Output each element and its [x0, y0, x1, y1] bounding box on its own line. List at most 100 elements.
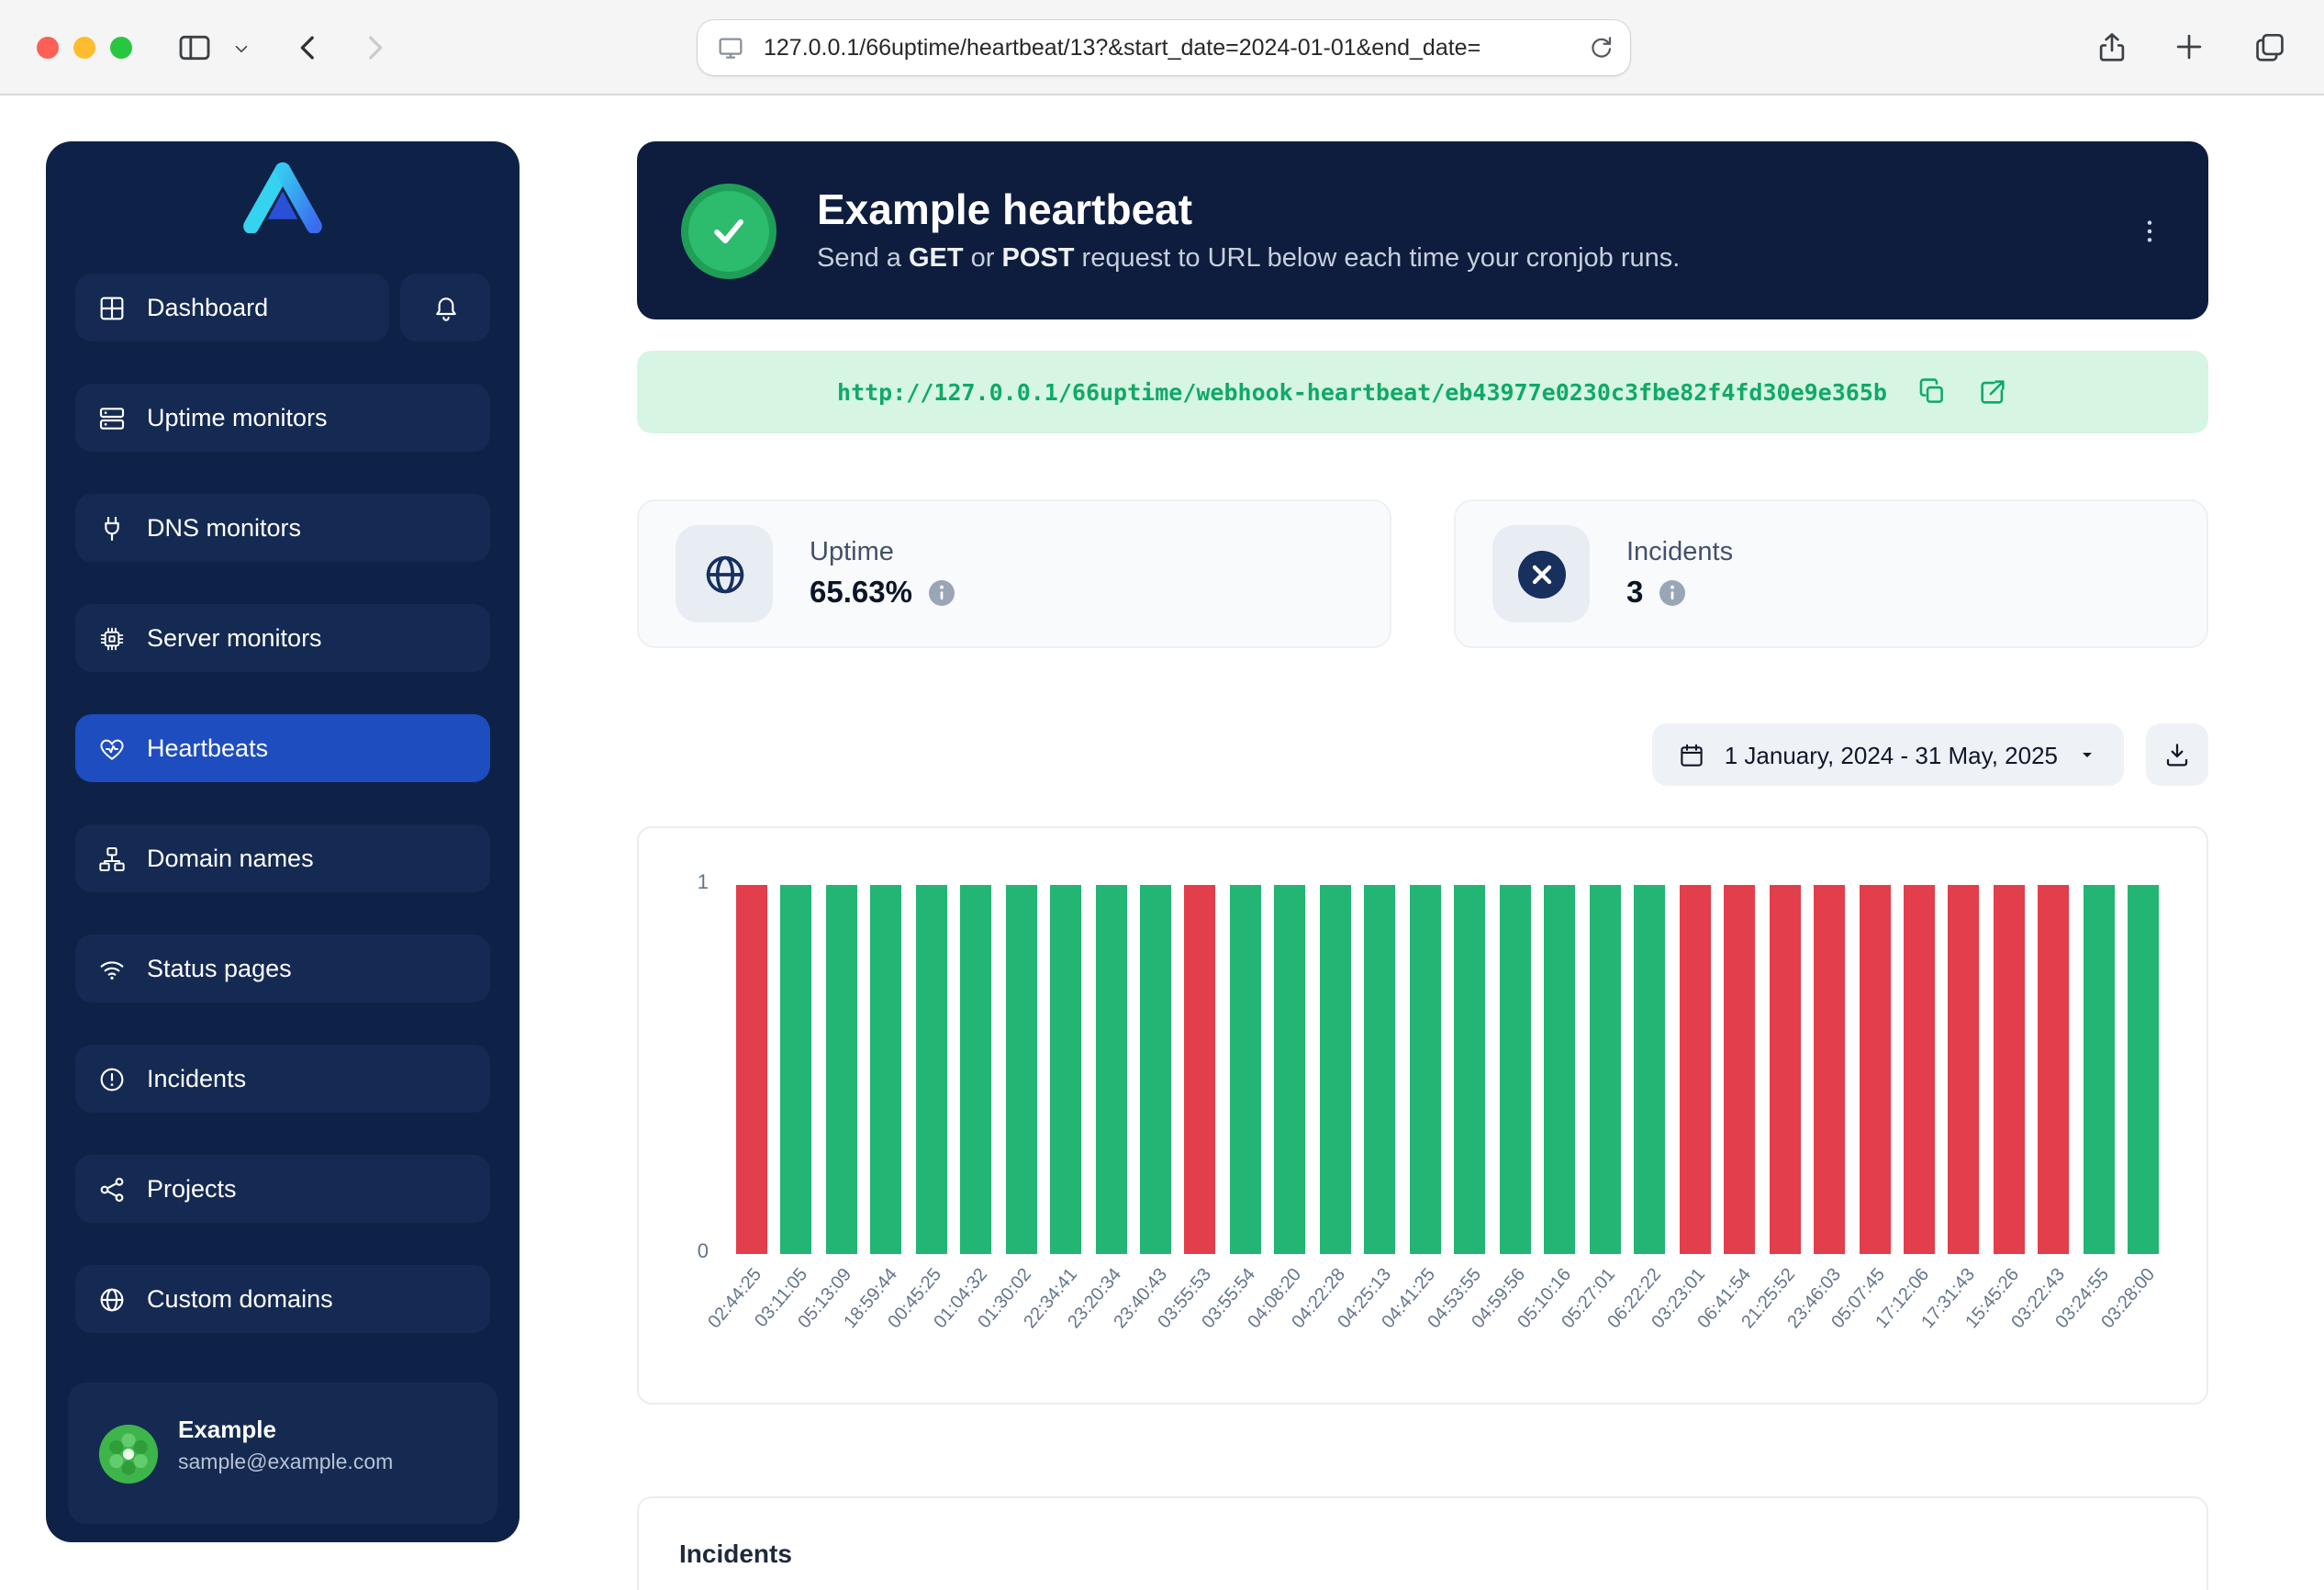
sidebar-item-domain-names[interactable]: Domain names: [75, 824, 490, 892]
plus-icon[interactable]: [2172, 29, 2207, 64]
incidents-label: Incidents: [1626, 537, 1733, 566]
chart-bar[interactable]: [1050, 885, 1081, 1254]
webhook-url-bar: http://127.0.0.1/66uptime/webhook-heartb…: [637, 351, 2208, 433]
zoom-window-button[interactable]: [110, 37, 132, 59]
sidebar-item-dns-monitors[interactable]: DNS monitors: [75, 494, 490, 562]
avatar: [97, 1423, 160, 1485]
sidebar-nav: Dashboard Uptime monitors DNS monit: [75, 274, 490, 1375]
copy-icon[interactable]: [1916, 376, 1948, 408]
sidebar-item-projects[interactable]: Projects: [75, 1155, 490, 1223]
chart-bar[interactable]: [1320, 885, 1351, 1254]
close-window-button[interactable]: [37, 37, 59, 59]
sidebar-item-label: Custom domains: [147, 1285, 333, 1313]
page-subtitle: Send a GET or POST request to URL below …: [817, 243, 1680, 273]
uptime-stat-text: Uptime 65.63%: [810, 537, 955, 610]
date-range-button[interactable]: 1 January, 2024 - 31 May, 2025: [1653, 723, 2124, 786]
info-icon[interactable]: [1659, 580, 1685, 606]
custom-domains-icon: [97, 1284, 127, 1314]
chart-bar[interactable]: [1140, 885, 1171, 1254]
incidents-section-title: Incidents: [679, 1539, 2166, 1568]
chart-bar[interactable]: [1365, 885, 1396, 1254]
back-icon[interactable]: [290, 29, 327, 66]
date-range-label: 1 January, 2024 - 31 May, 2025: [1725, 741, 2058, 768]
uptime-stat-card: Uptime 65.63%: [637, 499, 1391, 648]
chart-bar[interactable]: [1634, 885, 1665, 1254]
url-text: 127.0.0.1/66uptime/heartbeat/13?&start_d…: [764, 20, 1575, 75]
chart-bar[interactable]: [1275, 885, 1306, 1254]
ytick-bottom: 0: [654, 1241, 709, 1263]
address-bar[interactable]: 127.0.0.1/66uptime/heartbeat/13?&start_d…: [698, 20, 1630, 75]
chart-bar[interactable]: [2039, 885, 2070, 1254]
sidebar-item-label: Status pages: [147, 955, 292, 982]
dashboard-icon: [97, 293, 127, 322]
share-icon[interactable]: [2095, 29, 2129, 64]
globe-icon: [676, 525, 773, 622]
page-title: Example heartbeat: [817, 188, 1680, 230]
sidebar-item-label: Uptime monitors: [147, 404, 328, 431]
sidebar-item-server-monitors[interactable]: Server monitors: [75, 604, 490, 672]
domain-names-icon: [97, 844, 127, 873]
sidebar-item-status-pages[interactable]: Status pages: [75, 935, 490, 1002]
sidebar-item-uptime-monitors[interactable]: Uptime monitors: [75, 384, 490, 452]
heartbeats-icon: [97, 733, 127, 763]
app-logo[interactable]: [240, 160, 325, 233]
sidebar-item-label: Heartbeats: [147, 734, 268, 762]
chart-bar[interactable]: [1589, 885, 1620, 1254]
notifications-button[interactable]: [400, 274, 490, 342]
chart-bar[interactable]: [2128, 885, 2160, 1254]
external-link-icon[interactable]: [1977, 376, 2008, 408]
uptime-label: Uptime: [810, 537, 955, 566]
chart-x-labels: 02:44:2503:11:0505:13:0918:59:4400:45:25…: [729, 1254, 2166, 1397]
sidebar-item-label: Domain names: [147, 845, 314, 872]
sidebar-toggle-icon[interactable]: [176, 29, 213, 66]
sidebar-item-label: Incidents: [147, 1065, 246, 1092]
reload-icon[interactable]: [1586, 33, 1615, 62]
chart-bar[interactable]: [960, 885, 991, 1254]
chart-bar[interactable]: [1949, 885, 1980, 1254]
info-icon[interactable]: [929, 580, 955, 606]
chevron-down-icon[interactable]: [231, 39, 251, 59]
download-button[interactable]: [2146, 723, 2208, 786]
tabs-icon[interactable]: [2252, 29, 2287, 64]
incidents-section: Incidents: [637, 1496, 2208, 1590]
chart-bar[interactable]: [1499, 885, 1530, 1254]
chart-bar[interactable]: [1410, 885, 1441, 1254]
status-pages-icon: [97, 954, 127, 983]
sidebar-item-incidents[interactable]: Incidents: [75, 1045, 490, 1113]
caret-down-icon: [2076, 744, 2098, 766]
kebab-menu-icon[interactable]: [2128, 208, 2172, 252]
chart-bar[interactable]: [1724, 885, 1755, 1254]
chart-bar[interactable]: [1095, 885, 1126, 1254]
chart-bar[interactable]: [870, 885, 901, 1254]
chart-bar[interactable]: [2084, 885, 2115, 1254]
app-page: Dashboard Uptime monitors DNS monit: [0, 95, 2324, 1590]
user-email: sample@example.com: [178, 1452, 393, 1474]
chart-bar[interactable]: [1904, 885, 1935, 1254]
incidents-stat-text: Incidents 3: [1626, 537, 1733, 610]
chart-bar[interactable]: [1185, 885, 1216, 1254]
chart-card: 1 0 02:44:2503:11:0505:13:0918:59:4400:4…: [637, 826, 2208, 1405]
sidebar-item-heartbeats[interactable]: Heartbeats: [75, 714, 490, 782]
chart-bar[interactable]: [780, 885, 811, 1254]
incidents-icon: [97, 1064, 127, 1093]
chart-bar[interactable]: [1544, 885, 1575, 1254]
sidebar-item-dashboard[interactable]: Dashboard: [75, 274, 389, 342]
chart-bar[interactable]: [735, 885, 766, 1254]
chart-bar[interactable]: [825, 885, 856, 1254]
chart-bar[interactable]: [1769, 885, 1800, 1254]
chart-bar[interactable]: [1679, 885, 1710, 1254]
minimize-window-button[interactable]: [73, 37, 95, 59]
chart-bar[interactable]: [1859, 885, 1890, 1254]
sidebar-item-custom-domains[interactable]: Custom domains: [75, 1265, 490, 1333]
chart-bar[interactable]: [1005, 885, 1036, 1254]
heartbeat-header-text: Example heartbeat Send a GET or POST req…: [817, 188, 1680, 273]
chart-bar[interactable]: [1454, 885, 1485, 1254]
user-account-panel[interactable]: Example sample@example.com: [68, 1383, 497, 1524]
webhook-url[interactable]: http://127.0.0.1/66uptime/webhook-heartb…: [837, 378, 1887, 406]
chart-bar[interactable]: [1994, 885, 2025, 1254]
forward-icon: [356, 29, 393, 66]
chart-bar[interactable]: [915, 885, 946, 1254]
url-text-wrap: 127.0.0.1/66uptime/heartbeat/13?&start_d…: [764, 20, 1575, 75]
chart-bar[interactable]: [1230, 885, 1261, 1254]
chart-bar[interactable]: [1814, 885, 1845, 1254]
